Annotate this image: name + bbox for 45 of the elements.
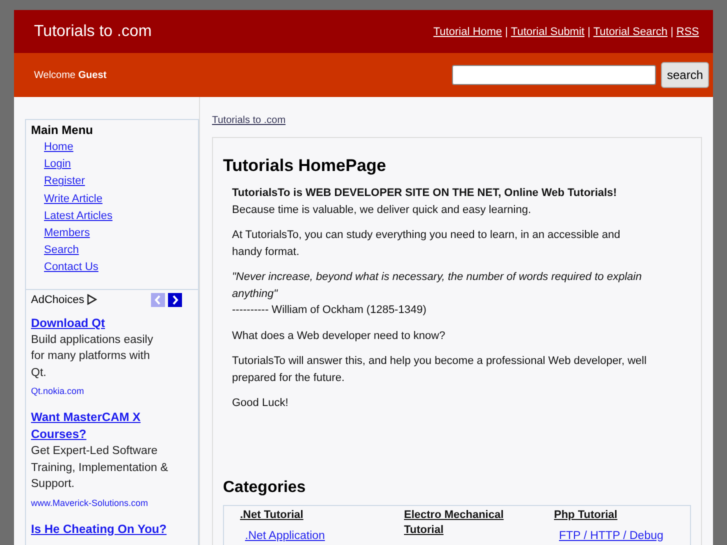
category-heading-link[interactable]: Php Tutorial [554,508,618,523]
category-link[interactable]: .Net Application [245,530,325,542]
nav-link[interactable]: Tutorial Home [433,26,502,38]
menu-link[interactable]: Members [44,225,90,242]
menu-title: Main Menu [31,123,94,137]
breadcrumb-link[interactable]: Tutorials to .com [212,115,286,126]
paragraph-text: Good Luck! [232,396,290,411]
ad-title-link[interactable]: Download Qt [31,314,182,332]
nav-separator: | [505,26,508,38]
paragraph-text: Because time is valuable, we deliver quick and easy learning. [232,202,532,218]
paragraph-text: "Never increase, beyond what is necessary, the number of words required to explain anything" [232,270,643,302]
ad-text: Get Expert-Led Software Training, Implementation & Support. [31,444,170,492]
nav-link[interactable]: Tutorial Search [593,26,668,38]
ad-url-link[interactable]: www.Maverick-Solutions.com [31,498,148,508]
paragraph-text: ---------- William of Ockham (1285-1349) [232,303,428,318]
menu-link[interactable]: Register [44,173,85,191]
page-heading: Tutorials HomePage [223,156,388,176]
paragraph-text: TutorialsTo is WEB DEVELOPER SITE ON THE NET, Online Web Tutorials! [232,186,618,201]
menu-link[interactable]: Contact Us [44,259,98,277]
ad-text: Build applications easily for many platforms with Qt. [31,332,154,381]
nav-link[interactable]: Tutorial Submit [510,26,584,38]
paragraph-text: TutorialsTo will answer this, and help you become a professional Web developer, well prepared for the future. [232,354,648,386]
paragraph-text: What does a Web developer need to know? [232,328,446,344]
category-heading-link[interactable]: Electro Mechanical Tutorial [404,508,514,538]
search-button[interactable]: search [660,62,709,88]
welcome-text: Welcome Guest [34,70,107,80]
menu-link[interactable]: Login [44,156,71,174]
ad-title-link[interactable]: Is He Cheating On You? [31,520,182,538]
menu-link[interactable]: Search [44,242,79,260]
section-heading: Categories [223,478,307,496]
menu-link[interactable]: Home [44,139,74,156]
paragraph-text: At TutorialsTo, you can study everything you need to learn, in an accessible and handy format. [232,228,622,260]
ad-title-link[interactable]: Want MasterCAM X Courses? [31,409,182,444]
category-heading-link[interactable]: .Net Tutorial [240,508,304,523]
site-title: Tutorials to .com [34,22,152,40]
play-triangle-icon [87,294,98,306]
adchoices-label[interactable]: AdChoices [31,294,84,306]
nav-separator: | [670,26,674,38]
category-link[interactable]: FTP / HTTP / Debug [559,530,664,542]
search-field[interactable] [452,65,656,85]
nav-link[interactable]: RSS [676,26,699,38]
menu-link[interactable]: Latest Articles [44,208,112,226]
ad-url-link[interactable]: Qt.nokia.com [31,386,84,396]
menu-link[interactable]: Write Article [44,190,102,208]
nav-separator: | [587,26,590,38]
